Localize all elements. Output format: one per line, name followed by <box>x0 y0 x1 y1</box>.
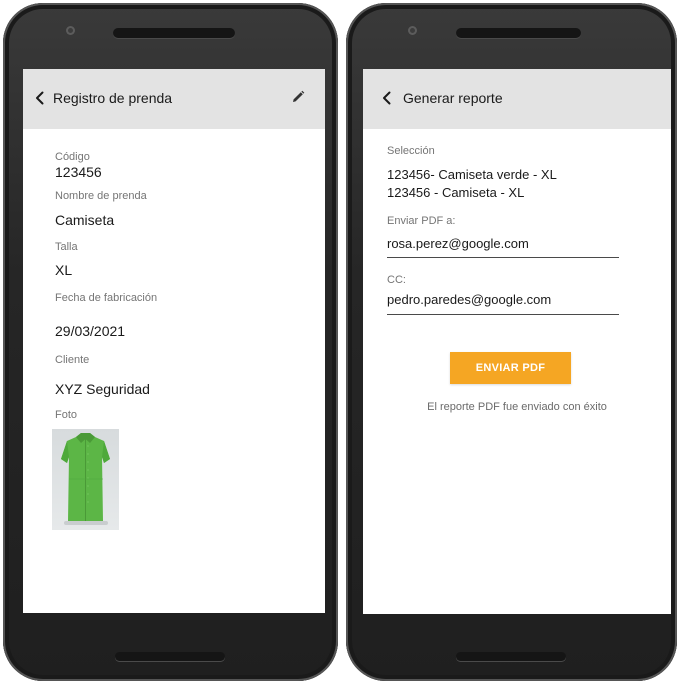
chevron-left-icon[interactable] <box>378 89 396 107</box>
page-title: Generar reporte <box>403 90 503 106</box>
foto-label: Foto <box>55 409 78 421</box>
selection-code: 123456 <box>387 185 431 200</box>
fecha-label: Fecha de fabricación <box>55 292 158 304</box>
garment-photo <box>52 429 119 530</box>
green-tunic-garment-image <box>61 433 110 525</box>
cliente-value: XYZ Seguridad <box>55 381 150 397</box>
enviar-pdf-label: Enviar PDF a: <box>387 215 456 227</box>
talla-label: Talla <box>55 241 78 253</box>
selection-item[interactable]: 123456- Camiseta verde - XL <box>387 167 557 182</box>
page-title: Registro de prenda <box>53 90 173 106</box>
cc-label: CC: <box>387 274 406 286</box>
selection-detail: - Camiseta - XL <box>430 185 525 200</box>
cliente-label: Cliente <box>55 354 90 366</box>
home-bar <box>456 652 566 661</box>
success-message: El reporte PDF fue enviado con éxito <box>427 401 607 413</box>
cc-input[interactable]: pedro.paredes@google.com <box>387 292 551 307</box>
home-bar <box>115 652 225 661</box>
speaker-grille <box>113 28 235 38</box>
front-camera-icon <box>408 26 417 35</box>
seleccion-label: Selección <box>387 145 435 157</box>
enviar-pdf-button[interactable]: ENVIAR PDF <box>450 352 571 384</box>
chevron-left-icon[interactable] <box>31 89 49 107</box>
nombre-value: Camiseta <box>55 212 115 228</box>
phone-frame-right: Generar reporte Selección 123456- Camise… <box>346 3 677 681</box>
codigo-value: 123456 <box>55 164 102 180</box>
screen-registro-prenda: Registro de prenda Código 123456 Nombre … <box>23 69 325 613</box>
selection-detail: - Camiseta verde - XL <box>430 167 557 182</box>
cc-underline <box>387 314 619 315</box>
selection-item[interactable]: 123456 - Camiseta - XL <box>387 185 524 200</box>
talla-value: XL <box>55 262 73 278</box>
nombre-label: Nombre de prenda <box>55 190 147 202</box>
selection-code: 123456 <box>387 167 431 182</box>
fecha-value: 29/03/2021 <box>55 323 126 339</box>
speaker-grille <box>456 28 581 38</box>
front-camera-icon <box>66 26 75 35</box>
screen-generar-reporte: Generar reporte Selección 123456- Camise… <box>363 69 671 614</box>
phone-frame-left: Registro de prenda Código 123456 Nombre … <box>3 3 338 681</box>
app-bar: Generar reporte <box>363 69 671 129</box>
enviar-pdf-underline <box>387 257 619 258</box>
enviar-pdf-input[interactable]: rosa.perez@google.com <box>387 236 529 251</box>
app-bar: Registro de prenda <box>23 69 325 129</box>
codigo-label: Código <box>55 151 90 163</box>
pencil-icon[interactable] <box>290 89 306 105</box>
